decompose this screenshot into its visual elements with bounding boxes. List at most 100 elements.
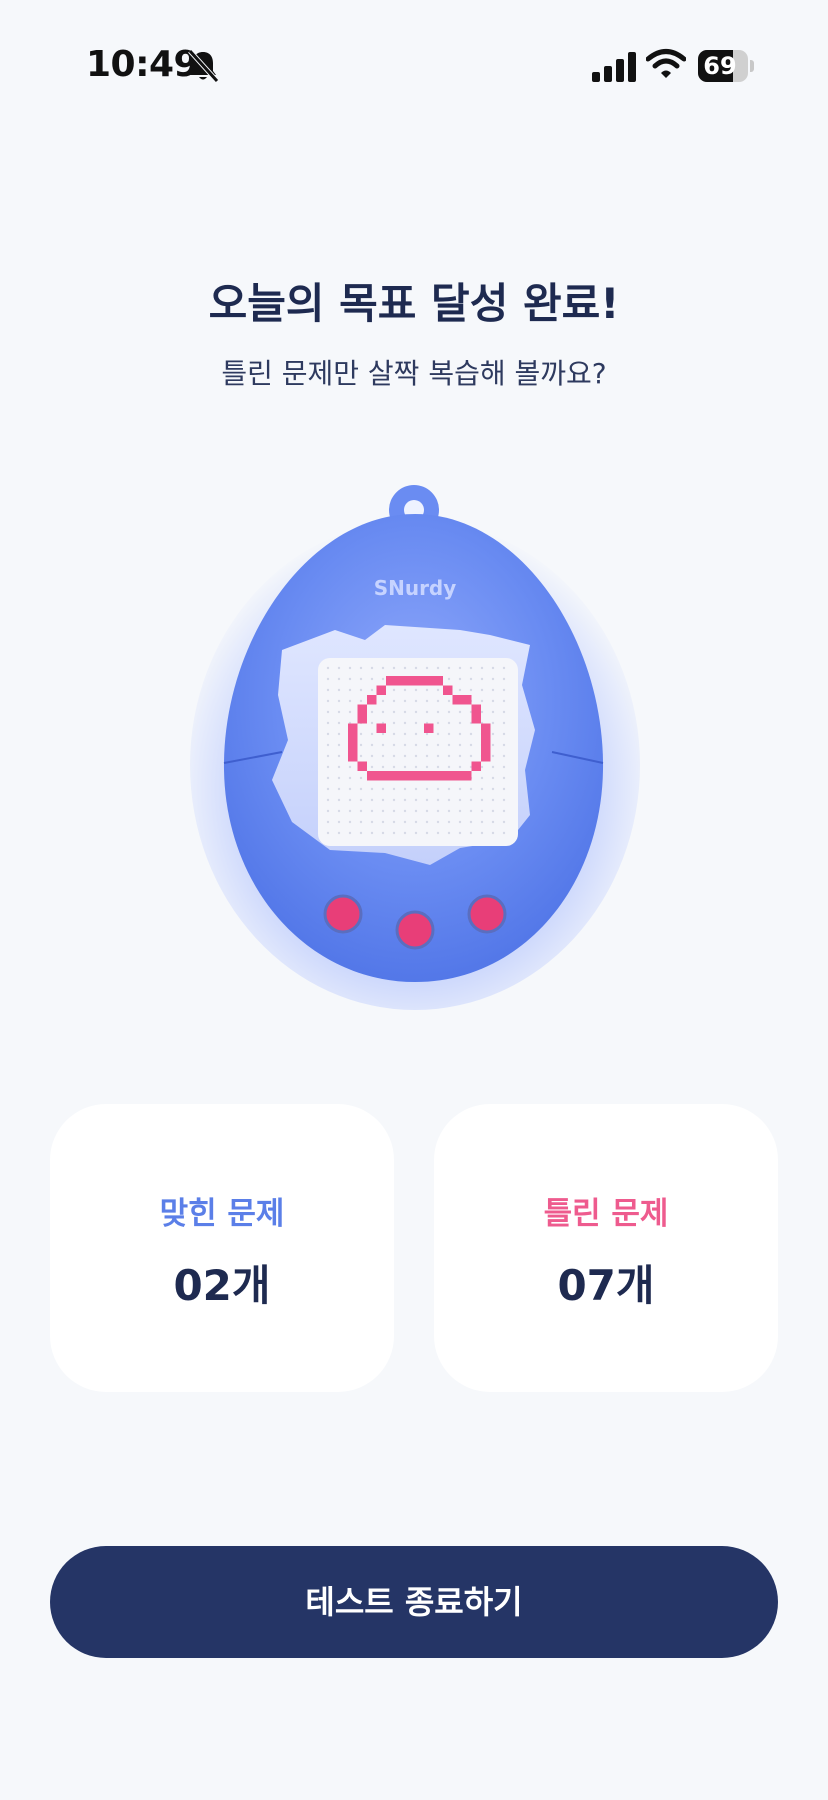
screen-grid-dot	[392, 787, 396, 791]
pet-pixel	[481, 723, 491, 733]
screen-grid-dot	[359, 677, 363, 681]
screen-grid-dot	[392, 798, 396, 802]
screen-grid-dot	[381, 831, 385, 835]
end-test-button[interactable]: 테스트 종료하기	[50, 1546, 778, 1658]
screen-grid-dot	[491, 831, 495, 835]
pet-pixel	[405, 676, 415, 686]
screen-grid-dot	[469, 732, 473, 736]
screen-grid-dot	[359, 754, 363, 758]
screen-grid-dot	[436, 688, 440, 692]
screen-grid-dot	[359, 809, 363, 813]
screen-grid-dot	[381, 765, 385, 769]
screen-grid-dot	[502, 743, 506, 747]
screen-grid-dot	[370, 754, 374, 758]
screen-grid-dot	[337, 710, 341, 714]
screen-grid-dot	[392, 831, 396, 835]
page-title: 오늘의 목표 달성 완료!	[208, 279, 620, 328]
wrong-answers-count: 07개	[557, 1261, 655, 1310]
screen-grid-dot	[469, 743, 473, 747]
screen-grid-dot	[425, 710, 429, 714]
screen-grid-dot	[348, 776, 352, 780]
pet-pixel	[367, 771, 377, 781]
screen-grid-dot	[403, 787, 407, 791]
screen-grid-dot	[425, 732, 429, 736]
screen-grid-dot	[491, 688, 495, 692]
screen-grid-dot	[392, 699, 396, 703]
screen-grid-dot	[469, 666, 473, 670]
screen-grid-dot	[447, 732, 451, 736]
screen-grid-dot	[458, 831, 462, 835]
battery-icon: 69	[698, 50, 754, 82]
screen-grid-dot	[480, 710, 484, 714]
screen-grid-dot	[425, 754, 429, 758]
screen-grid-dot	[425, 743, 429, 747]
screen-grid-dot	[337, 809, 341, 813]
screen-grid-dot	[359, 776, 363, 780]
screen-grid-dot	[359, 787, 363, 791]
screen-grid-dot	[414, 666, 418, 670]
screen-grid-dot	[491, 754, 495, 758]
screen-grid-dot	[359, 743, 363, 747]
screen-grid-dot	[392, 743, 396, 747]
screen-grid-dot	[326, 765, 330, 769]
screen-grid-dot	[447, 666, 451, 670]
screen-grid-dot	[425, 798, 429, 802]
screen-grid-dot	[458, 820, 462, 824]
screen-grid-dot	[436, 732, 440, 736]
screen-grid-dot	[447, 798, 451, 802]
pet-pixel	[357, 714, 367, 724]
screen-grid-dot	[502, 765, 506, 769]
screen-grid-dot	[491, 666, 495, 670]
screen-grid-dot	[414, 754, 418, 758]
screen-grid-dot	[359, 666, 363, 670]
screen-grid-dot	[436, 710, 440, 714]
screen-grid-dot	[469, 787, 473, 791]
screen-grid-dot	[348, 688, 352, 692]
screen-grid-dot	[414, 743, 418, 747]
screen-grid-dot	[381, 677, 385, 681]
screen-grid-dot	[414, 831, 418, 835]
screen-grid-dot	[458, 798, 462, 802]
screen-grid-dot	[370, 666, 374, 670]
screen-grid-dot	[348, 809, 352, 813]
screen-grid-dot	[337, 754, 341, 758]
screen-grid-dot	[414, 721, 418, 725]
screen-grid-dot	[326, 776, 330, 780]
pet-pixel	[376, 771, 386, 781]
screen-grid-dot	[480, 699, 484, 703]
screen-grid-dot	[502, 820, 506, 824]
screen-grid-dot	[381, 666, 385, 670]
screen-grid-dot	[348, 820, 352, 824]
page-subtitle: 틀린 문제만 살짝 복습해 볼까요?	[221, 357, 607, 390]
screen-grid-dot	[348, 831, 352, 835]
screen-grid-dot	[392, 666, 396, 670]
pet-pixel	[433, 676, 443, 686]
screen-grid-dot	[425, 831, 429, 835]
screen-grid-dot	[370, 710, 374, 714]
pet-pixel	[367, 695, 377, 705]
screen-grid-dot	[458, 721, 462, 725]
screen-grid-dot	[458, 710, 462, 714]
screen-grid-dot	[326, 666, 330, 670]
screen-grid-dot	[436, 743, 440, 747]
screen-grid-dot	[480, 820, 484, 824]
screen-grid-dot	[414, 732, 418, 736]
pet-pixel	[348, 742, 358, 752]
screen-grid-dot	[403, 688, 407, 692]
screen-grid-dot	[403, 754, 407, 758]
screen-grid-dot	[469, 831, 473, 835]
screen-grid-dot	[370, 688, 374, 692]
pet-pixel	[357, 761, 367, 771]
screen-grid-dot	[348, 710, 352, 714]
screen-grid-dot	[480, 666, 484, 670]
screen-grid-dot	[326, 743, 330, 747]
screen-grid-dot	[337, 798, 341, 802]
screen-grid-dot	[480, 776, 484, 780]
screen-grid-dot	[502, 831, 506, 835]
screen-grid-dot	[403, 809, 407, 813]
screen-grid-dot	[359, 688, 363, 692]
pet-pixel	[424, 676, 434, 686]
screen-grid-dot	[480, 765, 484, 769]
screen-grid-dot	[491, 798, 495, 802]
screen-grid-dot	[370, 820, 374, 824]
